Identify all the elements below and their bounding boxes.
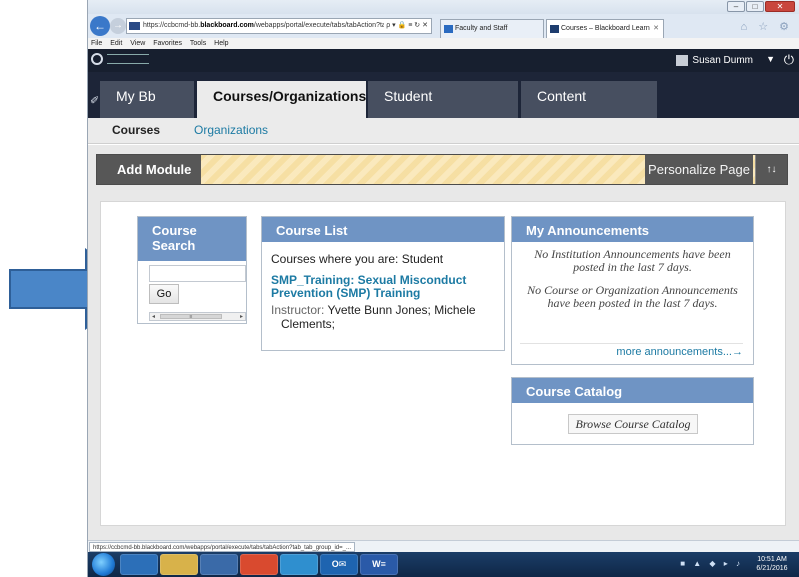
scroll-thumb[interactable]: ≡	[160, 314, 222, 320]
browser-toolbar-icons[interactable]: ⌂ ☆ ⚙	[741, 20, 793, 33]
title-bar: – □ ✕	[88, 0, 799, 14]
browser-status-bar: https://ccbcmd-bb.blackboard.com/webapps…	[88, 540, 799, 552]
chrome-taskbar-icon[interactable]	[240, 554, 278, 575]
tab-site-icon	[550, 25, 559, 33]
menu-bar: File Edit View Favorites Tools Help	[88, 38, 799, 49]
institution-announcements-text: No Institution Announcements have been p…	[534, 247, 731, 274]
module-title: Course List	[262, 217, 504, 242]
avatar	[676, 55, 689, 66]
logo-emblem-icon	[91, 53, 103, 65]
status-url: https://ccbcmd-bb.blackboard.com/webapps…	[89, 542, 355, 552]
forward-button[interactable]: →	[110, 18, 126, 34]
ie-taskbar-icon[interactable]	[120, 554, 158, 575]
tab-close-icon[interactable]: ✕	[653, 20, 659, 38]
page-content: Add Module Personalize Page ↑↓ Course Se…	[88, 145, 799, 540]
back-button[interactable]: ←	[90, 16, 110, 36]
blackboard-header: Susan Dumm ▼ ⏻	[88, 49, 799, 72]
browser-tab-faculty[interactable]: Faculty and Staff	[440, 19, 544, 38]
clock-time: 10:51 AM	[757, 556, 787, 563]
user-menu[interactable]: Susan Dumm	[676, 53, 753, 68]
menu-tools[interactable]: Tools	[190, 40, 206, 47]
menu-help[interactable]: Help	[214, 40, 228, 47]
address-controls[interactable]: ρ ▾ 🔒 ≡ ↻ ✕	[384, 19, 428, 33]
app-taskbar-icon[interactable]	[280, 554, 318, 575]
action-bar: Add Module Personalize Page ↑↓	[96, 154, 788, 185]
menu-file[interactable]: File	[91, 40, 102, 47]
tab-student-information[interactable]: Student Information	[368, 81, 518, 134]
horizontal-scrollbar[interactable]: ◂ ≡ ▸	[149, 312, 246, 321]
pin-icon[interactable]: ✐	[90, 94, 99, 107]
announcements-module: My Announcements No Institution Announce…	[511, 216, 754, 365]
module-title: My Announcements	[512, 217, 753, 242]
course-role-text: Courses where you are: Student	[271, 252, 444, 266]
course-list-module: Course List Courses where you are: Stude…	[261, 216, 505, 351]
subtab-courses[interactable]: Courses	[112, 118, 160, 142]
user-dropdown-icon[interactable]: ▼	[766, 54, 775, 64]
module-area: Course Search Go ◂ ≡ ▸ Course List Cours…	[100, 201, 786, 526]
logo-wordmark	[107, 54, 149, 64]
college-logo[interactable]	[91, 53, 149, 67]
course-search-input[interactable]	[149, 265, 246, 282]
scroll-left-icon[interactable]: ◂	[152, 313, 155, 321]
instructor-info: Instructor: Yvette Bunn Jones; Michele C…	[271, 303, 496, 331]
go-button[interactable]: Go	[149, 284, 179, 304]
window-controls: – □ ✕	[727, 1, 795, 12]
course-search-module: Course Search Go ◂ ≡ ▸	[137, 216, 247, 324]
course-announcements-text: No Course or Organization Announcements …	[527, 283, 738, 310]
browser-tab-courses[interactable]: Courses – Blackboard Learn ✕	[546, 19, 664, 38]
sub-tab-nav: Courses Organizations	[88, 118, 799, 144]
maximize-button[interactable]: □	[746, 1, 764, 12]
main-tab-nav: ✐ My Bb 9.1 Courses/Organizations Studen…	[88, 72, 799, 134]
browse-catalog-button[interactable]: Browse Course Catalog	[568, 414, 698, 434]
media-taskbar-icon[interactable]	[200, 554, 238, 575]
explorer-taskbar-icon[interactable]	[160, 554, 198, 575]
module-title: Course Catalog	[512, 378, 753, 403]
module-title: Course Search	[138, 217, 246, 261]
personalize-page-button[interactable]: Personalize Page	[645, 155, 753, 184]
instructor-names: Yvette Bunn Jones; Michele	[327, 303, 476, 317]
system-tray[interactable]: ■ ▲ ◆ ▸ ♪	[680, 559, 743, 568]
site-icon	[129, 22, 140, 30]
course-link[interactable]: SMP_Training: Sexual Misconduct Preventi…	[271, 274, 496, 300]
tab-content-collection[interactable]: Content Collection	[521, 81, 657, 134]
tab-courses-organizations[interactable]: Courses/Organizations	[197, 81, 366, 118]
browser-navbar: ← → https://ccbcmd-bb.blackboard.com/web…	[88, 14, 799, 38]
logout-icon[interactable]: ⏻	[784, 52, 794, 68]
browser-window: – □ ✕ ← → https://ccbcmd-bb.blackboard.c…	[87, 0, 799, 577]
minimize-button[interactable]: –	[727, 1, 745, 12]
instructor-names-cont: Clements;	[281, 317, 336, 331]
menu-favorites[interactable]: Favorites	[153, 40, 182, 47]
reorder-icon[interactable]: ↑↓	[755, 155, 787, 184]
clock[interactable]: 10:51 AM 6/21/2016	[747, 555, 797, 573]
tab-my-bb[interactable]: My Bb 9.1	[100, 81, 194, 134]
address-bar[interactable]: https://ccbcmd-bb.blackboard.com/webapps…	[126, 18, 432, 34]
menu-view[interactable]: View	[130, 40, 145, 47]
outlook-taskbar-icon[interactable]: O✉	[320, 554, 358, 575]
user-name: Susan Dumm	[692, 55, 753, 66]
clock-date: 6/21/2016	[756, 565, 788, 572]
start-button[interactable]	[92, 553, 115, 576]
taskbar: O✉ W≡ ■ ▲ ◆ ▸ ♪ 10:51 AM 6/21/2016	[88, 552, 799, 577]
subtab-organizations[interactable]: Organizations	[194, 118, 268, 142]
more-announcements-link[interactable]: more announcements...→	[520, 343, 743, 358]
instructor-label: Instructor:	[271, 303, 325, 317]
word-taskbar-icon[interactable]: W≡	[360, 554, 398, 575]
menu-edit[interactable]: Edit	[110, 40, 122, 47]
add-module-button[interactable]: Add Module	[97, 155, 201, 184]
close-window-button[interactable]: ✕	[765, 1, 795, 12]
course-catalog-module: Course Catalog Browse Course Catalog	[511, 377, 754, 445]
scroll-right-icon[interactable]: ▸	[240, 313, 243, 321]
tab-site-icon	[444, 25, 453, 33]
